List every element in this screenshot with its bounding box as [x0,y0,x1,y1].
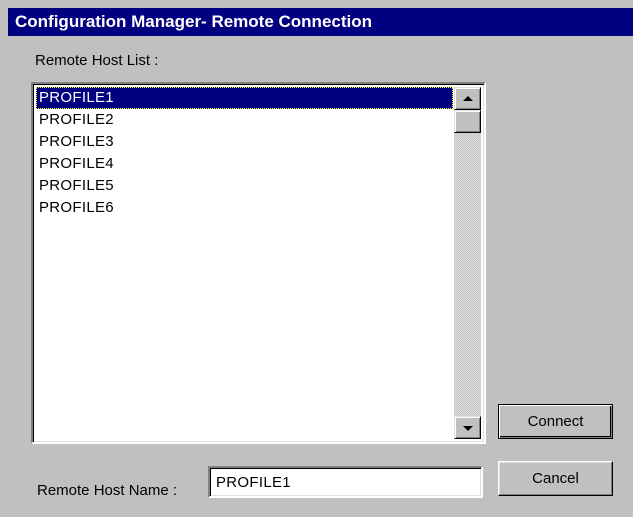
remote-host-name-label: Remote Host Name : [37,482,178,499]
arrow-up-icon [462,95,473,101]
list-item-profile1[interactable]: PROFILE1 [36,87,453,109]
scrollbar-thumb[interactable] [454,110,481,133]
list-item-profile5[interactable]: PROFILE5 [36,175,453,197]
remote-connection-dialog: Configuration Manager- Remote Connection… [0,0,633,517]
vertical-scrollbar[interactable] [454,87,481,439]
list-item-profile2[interactable]: PROFILE2 [36,109,453,131]
remote-host-name-input[interactable] [208,466,483,498]
list-item-profile3[interactable]: PROFILE3 [36,131,453,153]
remote-host-list-items: PROFILE1 PROFILE2 PROFILE3 PROFILE4 PROF… [36,87,453,439]
arrow-down-icon [462,425,473,431]
window-title: Configuration Manager- Remote Connection [8,8,633,36]
scroll-up-button[interactable] [454,87,481,110]
scroll-down-button[interactable] [454,416,481,439]
remote-host-list-label: Remote Host List : [35,52,159,69]
list-item-profile6[interactable]: PROFILE6 [36,197,453,219]
list-item-profile4[interactable]: PROFILE4 [36,153,453,175]
remote-host-listbox[interactable]: PROFILE1 PROFILE2 PROFILE3 PROFILE4 PROF… [31,82,486,444]
cancel-button[interactable]: Cancel [498,461,613,496]
connect-button[interactable]: Connect [498,404,613,439]
